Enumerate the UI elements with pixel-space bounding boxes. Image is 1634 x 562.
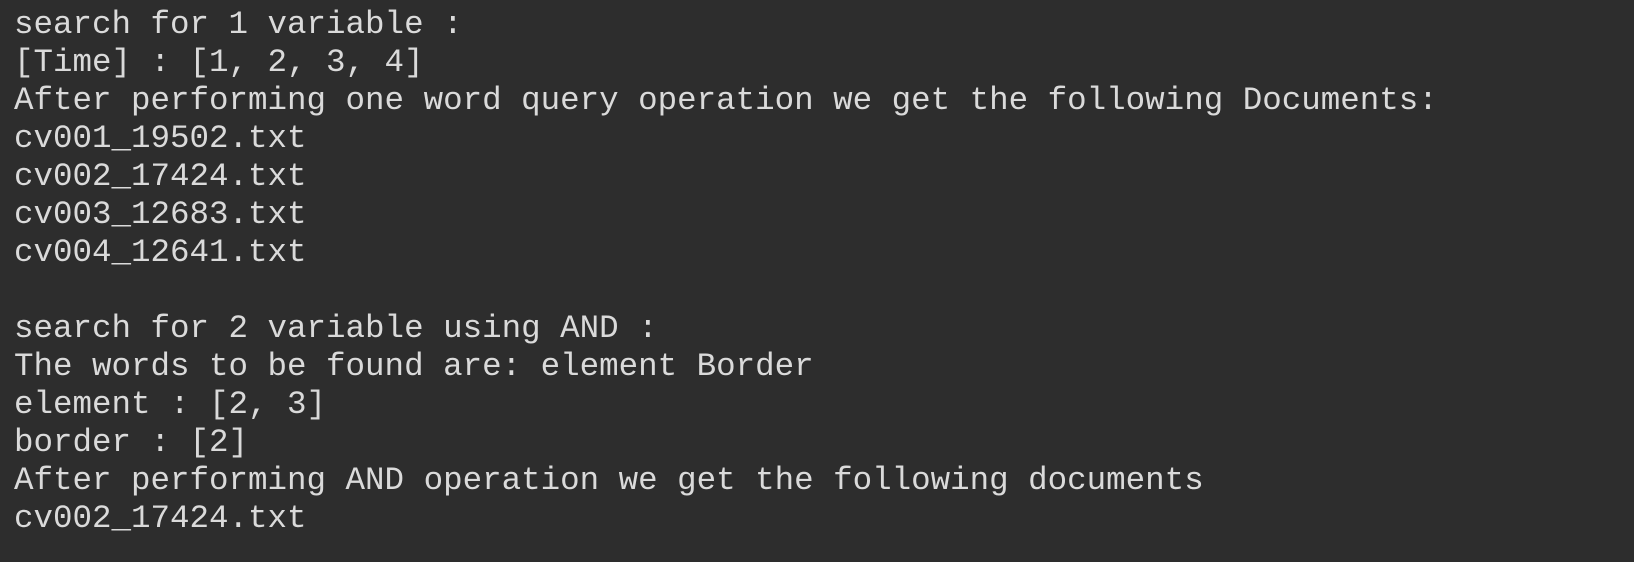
- element-postings-line: element : [2, 3]: [14, 386, 327, 423]
- time-postings-line: [Time] : [1, 2, 3, 4]: [14, 44, 424, 81]
- words-to-find-line: The words to be found are: element Borde…: [14, 348, 814, 385]
- and-operation-result-intro: After performing AND operation we get th…: [14, 462, 1204, 499]
- result-document: cv002_17424.txt: [14, 500, 307, 537]
- console-output: search for 1 variable : [Time] : [1, 2, …: [0, 0, 1634, 562]
- result-document: cv002_17424.txt: [14, 158, 307, 195]
- one-word-query-result-intro: After performing one word query operatio…: [14, 82, 1438, 119]
- search-two-variable-header: search for 2 variable using AND :: [14, 310, 658, 347]
- result-document: cv003_12683.txt: [14, 196, 307, 233]
- result-document: cv004_12641.txt: [14, 234, 307, 271]
- search-one-variable-header: search for 1 variable :: [14, 6, 463, 43]
- border-postings-line: border : [2]: [14, 424, 249, 461]
- result-document: cv001_19502.txt: [14, 120, 307, 157]
